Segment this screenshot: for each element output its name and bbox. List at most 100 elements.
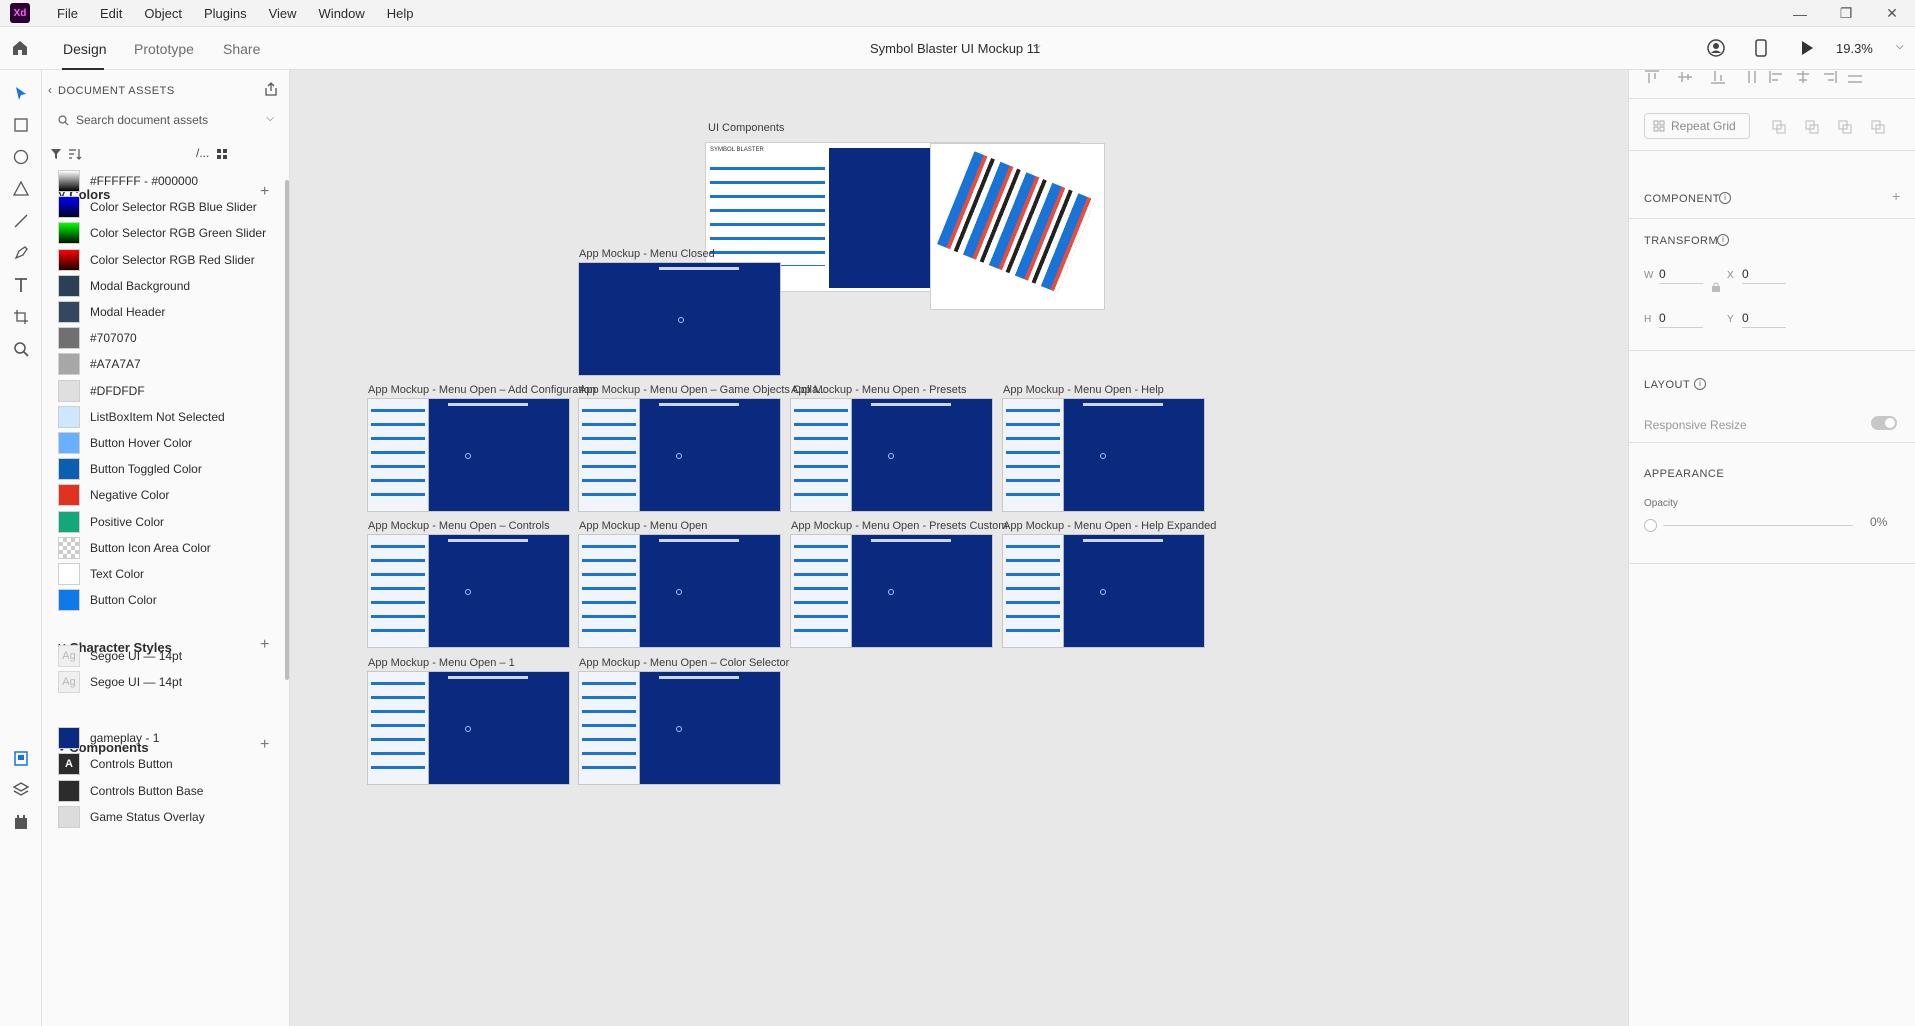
asset-row[interactable]: #DFDFDF <box>58 378 278 404</box>
artboard[interactable] <box>367 671 570 785</box>
menu-window[interactable]: Window <box>308 6 376 21</box>
asset-row[interactable]: #FFFFFF - #000000 <box>58 168 278 194</box>
artboard-label[interactable]: App Mockup - Menu Open - Help <box>1003 384 1164 396</box>
document-title[interactable]: Symbol Blaster UI Mockup 11 <box>870 41 1040 56</box>
asset-row[interactable]: Color Selector RGB Green Slider <box>58 220 278 246</box>
ui-sheet-artboard[interactable] <box>930 143 1105 310</box>
back-chevron-icon[interactable]: ‹ <box>48 83 52 97</box>
menu-edit[interactable]: Edit <box>89 6 133 21</box>
play-icon[interactable] <box>1800 40 1814 56</box>
lock-icon[interactable] <box>1712 282 1720 292</box>
assets-scrollbar[interactable] <box>285 180 289 680</box>
distribute-horizontal-icon[interactable] <box>1847 70 1863 84</box>
tab-design[interactable]: Design <box>63 41 107 57</box>
asset-row[interactable]: Negative Color <box>58 482 278 508</box>
opacity-value[interactable]: 0% <box>1870 515 1887 529</box>
menu-view[interactable]: View <box>258 6 308 21</box>
asset-row[interactable]: Button Hover Color <box>58 430 278 456</box>
menu-object[interactable]: Object <box>133 6 193 21</box>
tab-share[interactable]: Share <box>223 41 260 57</box>
asset-row[interactable]: Text Color <box>58 561 278 587</box>
asset-row[interactable]: Button Color <box>58 587 278 613</box>
asset-row[interactable]: #A7A7A7 <box>58 351 278 377</box>
height-field[interactable]: 0 <box>1659 311 1703 328</box>
responsive-resize-toggle[interactable] <box>1871 416 1897 430</box>
opacity-slider-knob[interactable] <box>1644 519 1657 532</box>
chevron-down-icon[interactable]: ⌵ <box>1896 41 1904 52</box>
pen-tool-icon[interactable] <box>11 243 31 263</box>
zoom-tool-icon[interactable] <box>11 339 31 359</box>
grid-view-icon[interactable] <box>216 148 228 160</box>
artboard[interactable] <box>1002 398 1205 512</box>
artboard[interactable] <box>790 398 993 512</box>
export-icon[interactable] <box>264 82 278 96</box>
menu-file[interactable]: File <box>46 6 89 21</box>
artboard-label[interactable]: App Mockup - Menu Open – Controls <box>368 520 550 532</box>
design-canvas[interactable]: UI Components SYMBOL BLASTER App Mockup … <box>290 70 1628 1026</box>
artboard[interactable] <box>578 262 781 376</box>
artboard-label[interactable]: App Mockup - Menu Open - Help Expanded <box>1003 520 1216 532</box>
line-tool-icon[interactable] <box>11 211 31 231</box>
info-icon[interactable]: i <box>1717 234 1729 246</box>
asset-row[interactable]: Modal Header <box>58 299 278 325</box>
align-bottom-icon[interactable] <box>1710 70 1726 84</box>
artboard-label[interactable]: App Mockup - Menu Open - Presets Custom <box>791 520 1007 532</box>
zoom-level[interactable]: 19.3% <box>1836 41 1873 56</box>
boolean-add-icon[interactable] <box>1772 120 1786 134</box>
assets-panel-icon[interactable] <box>11 748 31 768</box>
menu-plugins[interactable]: Plugins <box>193 6 258 21</box>
asset-row[interactable]: Ag Segoe UI — 14pt <box>58 643 278 669</box>
restore-icon[interactable]: ❐ <box>1823 0 1869 27</box>
artboard[interactable] <box>578 671 781 785</box>
artboard[interactable] <box>367 398 570 512</box>
align-right-icon[interactable] <box>1821 70 1837 84</box>
select-tool-icon[interactable] <box>11 84 31 104</box>
artboard-label[interactable]: App Mockup - Menu Closed <box>579 248 715 260</box>
asset-row[interactable]: ListBoxItem Not Selected <box>58 404 278 430</box>
polygon-tool-icon[interactable] <box>11 179 31 199</box>
sort-icon[interactable] <box>68 148 82 160</box>
asset-row[interactable]: Button Icon Area Color <box>58 535 278 561</box>
plugins-panel-icon[interactable] <box>11 812 31 832</box>
asset-row[interactable]: Ag Segoe UI — 14pt <box>58 669 278 695</box>
width-field[interactable]: 0 <box>1659 267 1703 284</box>
rectangle-tool-icon[interactable] <box>11 115 31 135</box>
asset-row[interactable]: Controls Button Base <box>58 778 278 804</box>
info-icon[interactable]: i <box>1719 192 1731 204</box>
artboard[interactable] <box>367 534 570 648</box>
info-icon[interactable]: i <box>1694 378 1706 390</box>
asset-row[interactable]: Color Selector RGB Blue Slider <box>58 194 278 220</box>
align-middle-icon[interactable] <box>1677 70 1693 84</box>
artboard[interactable] <box>578 534 781 648</box>
opacity-slider-track[interactable] <box>1663 525 1853 526</box>
asset-row[interactable]: Game Status Overlay <box>58 804 278 830</box>
asset-row[interactable]: Color Selector RGB Red Slider <box>58 247 278 273</box>
chevron-down-icon[interactable]: ⌵ <box>1033 41 1041 52</box>
filter-icon[interactable] <box>50 148 62 160</box>
artboard-label[interactable]: App Mockup - Menu Open – 1 <box>368 657 515 669</box>
home-icon[interactable] <box>10 38 30 58</box>
artboard-label[interactable]: UI Components <box>708 122 784 134</box>
artboard[interactable] <box>790 534 993 648</box>
user-icon[interactable] <box>1707 39 1725 57</box>
menu-help[interactable]: Help <box>376 6 425 21</box>
asset-row[interactable]: A Controls Button <box>58 751 278 777</box>
asset-row[interactable]: Positive Color <box>58 509 278 535</box>
artboard-label[interactable]: App Mockup - Menu Open – Game Objects Co… <box>579 384 827 396</box>
boolean-exclude-icon[interactable] <box>1871 120 1885 134</box>
add-component-state-icon[interactable]: + <box>1892 188 1900 204</box>
align-center-icon[interactable] <box>1795 70 1811 84</box>
ellipse-tool-icon[interactable] <box>11 147 31 167</box>
device-preview-icon[interactable] <box>1754 39 1768 57</box>
artboard-label[interactable]: App Mockup - Menu Open – Add Configurati… <box>368 384 596 396</box>
layers-panel-icon[interactable] <box>11 780 31 800</box>
artboard[interactable] <box>578 398 781 512</box>
chevron-down-icon[interactable]: ⌵ <box>266 113 274 124</box>
asset-row[interactable]: Button Toggled Color <box>58 456 278 482</box>
x-field[interactable]: 0 <box>1742 267 1786 284</box>
asset-row[interactable]: #707070 <box>58 325 278 351</box>
asset-row[interactable]: gameplay - 1 <box>58 725 278 751</box>
artboard-tool-icon[interactable] <box>11 307 31 327</box>
artboard-label[interactable]: App Mockup - Menu Open - Presets <box>791 384 966 396</box>
tab-prototype[interactable]: Prototype <box>134 41 194 57</box>
